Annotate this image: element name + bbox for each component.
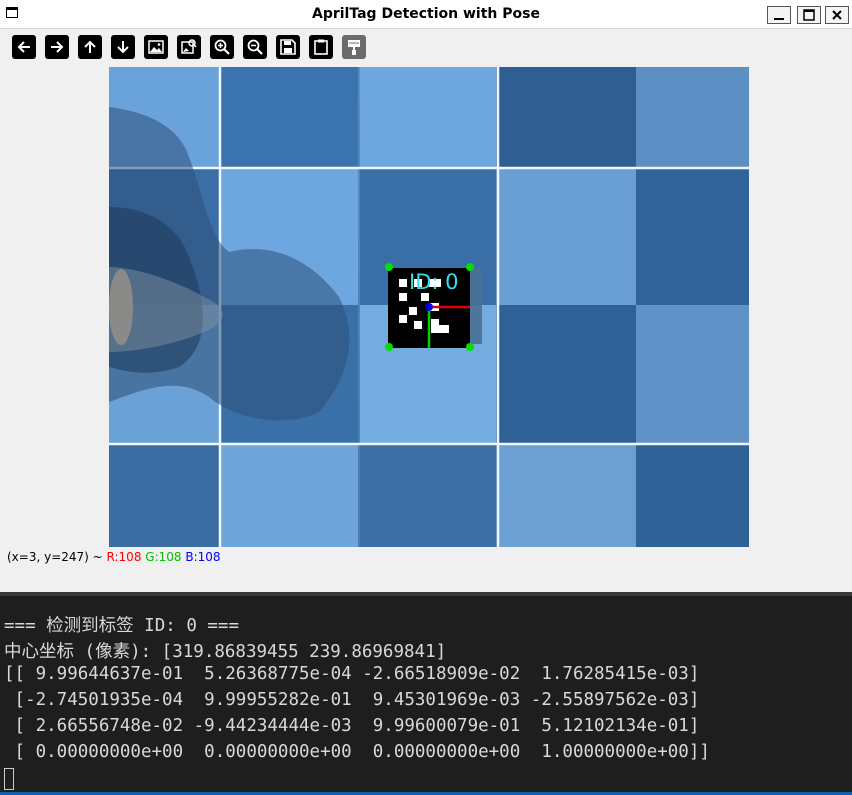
terminal-line: [ 2.66556748e-02 -9.44234444e-03 9.99600… [4, 716, 700, 736]
arrow-left-icon [17, 41, 30, 53]
zoom-in-button[interactable] [210, 35, 234, 59]
pan-right-button[interactable] [45, 35, 69, 59]
apriltag-marker: ID: 0 [385, 263, 482, 351]
maximize-button[interactable] [797, 6, 821, 24]
zoom-in-icon [214, 39, 230, 55]
minimize-button[interactable] [767, 6, 791, 24]
arrow-up-icon [84, 40, 96, 53]
terminal-line: [[ 9.99644637e-01 5.26368775e-04 -2.6651… [4, 664, 700, 684]
copy-button[interactable] [309, 35, 333, 59]
save-icon [280, 39, 296, 55]
image-icon [148, 40, 164, 54]
opencv-window: AprilTag Detection with Pose ID: 0 (x=3,… [0, 0, 852, 592]
tag-id-label: ID: 0 [409, 270, 458, 294]
zoom-out-button[interactable] [243, 35, 267, 59]
zoom-original-button[interactable] [177, 35, 201, 59]
terminal-line: [ 0.00000000e+00 0.00000000e+00 0.000000… [4, 742, 710, 762]
terminal-cursor [4, 768, 14, 790]
pan-up-button[interactable] [78, 35, 102, 59]
robot-arm-tool [109, 269, 133, 345]
terminal-line: [-2.74501935e-04 9.99955282e-01 9.453019… [4, 690, 700, 710]
image-view[interactable]: ID: 0 [109, 67, 749, 547]
terminal-line: === 检测到标签 ID: 0 === [4, 616, 240, 636]
arrow-down-icon [117, 41, 129, 54]
status-g: G:108 [145, 550, 182, 564]
properties-button[interactable] [342, 35, 366, 59]
status-r: R:108 [106, 550, 142, 564]
save-button[interactable] [276, 35, 300, 59]
zoom-out-icon [247, 39, 263, 55]
arrow-right-icon [51, 41, 64, 53]
window-title: AprilTag Detection with Pose [312, 6, 540, 22]
zoom-fit-button[interactable] [144, 35, 168, 59]
status-b: B:108 [185, 550, 221, 564]
terminal-line: 中心坐标 (像素): [319.86839455 239.86969841] [4, 642, 447, 662]
axis-z [425, 303, 433, 311]
close-icon [832, 10, 842, 20]
camera-frame: ID: 0 [109, 67, 749, 547]
status-bar: (x=3, y=247) ~ R:108 G:108 B:108 [7, 550, 221, 564]
status-coords: (x=3, y=247) ~ [7, 550, 107, 564]
title-bar[interactable]: AprilTag Detection with Pose [0, 0, 852, 29]
maximize-icon [803, 9, 815, 21]
close-button[interactable] [825, 6, 849, 24]
image-search-icon [181, 39, 197, 54]
paint-brush-icon [348, 40, 360, 55]
pan-left-button[interactable] [12, 35, 36, 59]
pan-down-button[interactable] [111, 35, 135, 59]
clipboard-icon [314, 39, 328, 55]
minimize-icon [774, 18, 784, 20]
